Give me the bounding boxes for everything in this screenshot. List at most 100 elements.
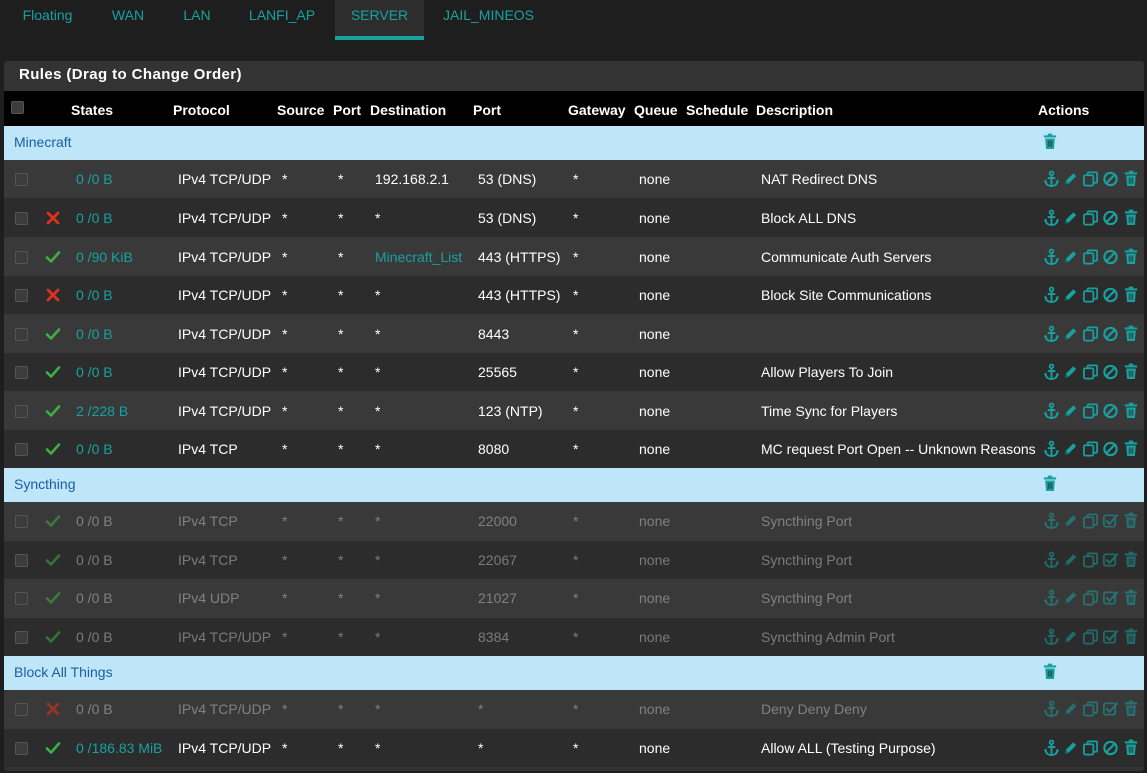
move-anchor-icon[interactable] (1043, 363, 1060, 381)
move-anchor-icon[interactable] (1043, 440, 1060, 458)
tab-jail-mineos[interactable]: JAIL_MINEOS (430, 0, 547, 40)
rule-states[interactable]: 0 /0 B (76, 210, 113, 226)
rule-row[interactable]: 2 /228 B IPv4 TCP/UDP * * * 123 (NTP) * none Tim… (4, 391, 1144, 430)
enable-check-icon[interactable] (1102, 700, 1119, 718)
tab-floating[interactable]: Floating (5, 0, 90, 40)
copy-icon[interactable] (1082, 589, 1099, 607)
rule-checkbox[interactable] (15, 592, 28, 606)
copy-icon[interactable] (1082, 209, 1099, 227)
tab-wan[interactable]: WAN (96, 0, 160, 40)
edit-pencil-icon[interactable] (1062, 286, 1079, 304)
block-x-icon[interactable] (45, 210, 61, 226)
copy-icon[interactable] (1082, 551, 1099, 569)
delete-separator-icon[interactable] (1043, 133, 1057, 150)
block-x-icon[interactable] (45, 701, 61, 717)
copy-icon[interactable] (1082, 286, 1099, 304)
rule-row[interactable]: 0 /0 B IPv4 TCP/UDP * * * 443 (HTTPS) * none Blo… (4, 276, 1144, 314)
delete-trash-icon[interactable] (1124, 551, 1141, 569)
rule-states[interactable]: 0 /0 B (76, 171, 113, 187)
rule-states[interactable]: 0 /186.83 MiB (76, 740, 162, 756)
move-anchor-icon[interactable] (1043, 512, 1060, 530)
rule-checkbox[interactable] (15, 289, 28, 302)
delete-trash-icon[interactable] (1124, 286, 1141, 304)
pass-check-icon[interactable] (45, 403, 61, 419)
pass-check-icon[interactable] (45, 326, 61, 342)
rule-row[interactable]: 0 /0 B IPv4 UDP * * * 21027 * none Syncthing Por… (4, 579, 1144, 618)
disable-ban-icon[interactable] (1102, 739, 1119, 757)
pass-check-icon[interactable] (45, 740, 61, 756)
disable-ban-icon[interactable] (1102, 325, 1119, 343)
delete-trash-icon[interactable] (1124, 440, 1141, 458)
rule-checkbox[interactable] (15, 173, 28, 186)
copy-icon[interactable] (1082, 363, 1099, 381)
delete-trash-icon[interactable] (1124, 363, 1141, 381)
rule-checkbox[interactable] (15, 211, 28, 225)
copy-icon[interactable] (1082, 402, 1099, 420)
rule-states[interactable]: 0 /0 B (76, 701, 113, 717)
rule-states[interactable]: 0 /0 B (76, 590, 113, 606)
move-anchor-icon[interactable] (1043, 325, 1060, 343)
pass-check-icon[interactable] (45, 629, 61, 645)
edit-pencil-icon[interactable] (1062, 170, 1079, 188)
move-anchor-icon[interactable] (1043, 402, 1060, 420)
pass-check-icon[interactable] (45, 249, 61, 265)
rule-row[interactable]: 0 /0 B IPv4 TCP/UDP * * * 53 (DNS) * none Block … (4, 198, 1144, 237)
rule-checkbox[interactable] (15, 515, 28, 529)
delete-trash-icon[interactable] (1124, 628, 1141, 646)
rule-checkbox[interactable] (15, 404, 28, 418)
delete-trash-icon[interactable] (1124, 325, 1141, 343)
delete-trash-icon[interactable] (1124, 512, 1141, 530)
pass-check-icon[interactable] (45, 590, 61, 606)
enable-check-icon[interactable] (1102, 512, 1119, 530)
delete-trash-icon[interactable] (1124, 589, 1141, 607)
disable-ban-icon[interactable] (1102, 248, 1119, 266)
delete-trash-icon[interactable] (1124, 739, 1141, 757)
copy-icon[interactable] (1082, 440, 1099, 458)
rule-row[interactable]: 0 /0 B IPv4 TCP * * * 22067 * none Syncthing Por… (4, 540, 1144, 579)
rule-checkbox[interactable] (15, 741, 28, 755)
delete-separator-icon[interactable] (1043, 663, 1057, 680)
enable-check-icon[interactable] (1102, 628, 1119, 646)
pass-check-icon[interactable] (45, 364, 61, 380)
rule-row[interactable]: 0 /186.83 MiB IPv4 TCP/UDP * * * * * none Allow … (4, 728, 1144, 767)
edit-pencil-icon[interactable] (1062, 440, 1079, 458)
edit-pencil-icon[interactable] (1062, 512, 1079, 530)
move-anchor-icon[interactable] (1043, 700, 1060, 718)
rule-row[interactable]: 0 /0 B IPv4 TCP/UDP * * * 25565 * none Allow Pla… (4, 353, 1144, 391)
move-anchor-icon[interactable] (1043, 209, 1060, 227)
move-anchor-icon[interactable] (1043, 739, 1060, 757)
tab-server[interactable]: SERVER (335, 0, 424, 40)
move-anchor-icon[interactable] (1043, 170, 1060, 188)
copy-icon[interactable] (1082, 325, 1099, 343)
edit-pencil-icon[interactable] (1062, 363, 1079, 381)
select-all-checkbox[interactable] (11, 101, 24, 114)
rule-checkbox[interactable] (15, 443, 28, 456)
rule-states[interactable]: 0 /0 B (76, 552, 113, 568)
rule-states[interactable]: 0 /0 B (76, 326, 113, 342)
rule-checkbox[interactable] (15, 250, 28, 264)
delete-trash-icon[interactable] (1124, 209, 1141, 227)
edit-pencil-icon[interactable] (1062, 739, 1079, 757)
rule-checkbox[interactable] (15, 327, 28, 341)
rule-row[interactable]: 0 /0 B IPv4 TCP/UDP * * 192.168.2.1 53 (DNS) *… (4, 160, 1144, 198)
enable-check-icon[interactable] (1102, 589, 1119, 607)
disable-ban-icon[interactable] (1102, 209, 1119, 227)
edit-pencil-icon[interactable] (1062, 589, 1079, 607)
tab-lanfi-ap[interactable]: LANFI_AP (233, 0, 331, 40)
rule-states[interactable]: 0 /0 B (76, 441, 113, 457)
edit-pencil-icon[interactable] (1062, 628, 1079, 646)
edit-pencil-icon[interactable] (1062, 700, 1079, 718)
delete-trash-icon[interactable] (1124, 170, 1141, 188)
disable-ban-icon[interactable] (1102, 363, 1119, 381)
edit-pencil-icon[interactable] (1062, 325, 1079, 343)
disable-ban-icon[interactable] (1102, 440, 1119, 458)
rule-destination[interactable]: Minecraft_List (375, 249, 462, 265)
rule-states[interactable]: 0 /0 B (76, 287, 113, 303)
tab-lan[interactable]: LAN (167, 0, 227, 40)
delete-trash-icon[interactable] (1124, 402, 1141, 420)
block-x-icon[interactable] (45, 287, 61, 303)
rule-states[interactable]: 0 /0 B (76, 629, 113, 645)
pass-check-icon[interactable] (45, 441, 61, 457)
copy-icon[interactable] (1082, 512, 1099, 530)
rule-states[interactable]: 2 /228 B (76, 403, 128, 419)
